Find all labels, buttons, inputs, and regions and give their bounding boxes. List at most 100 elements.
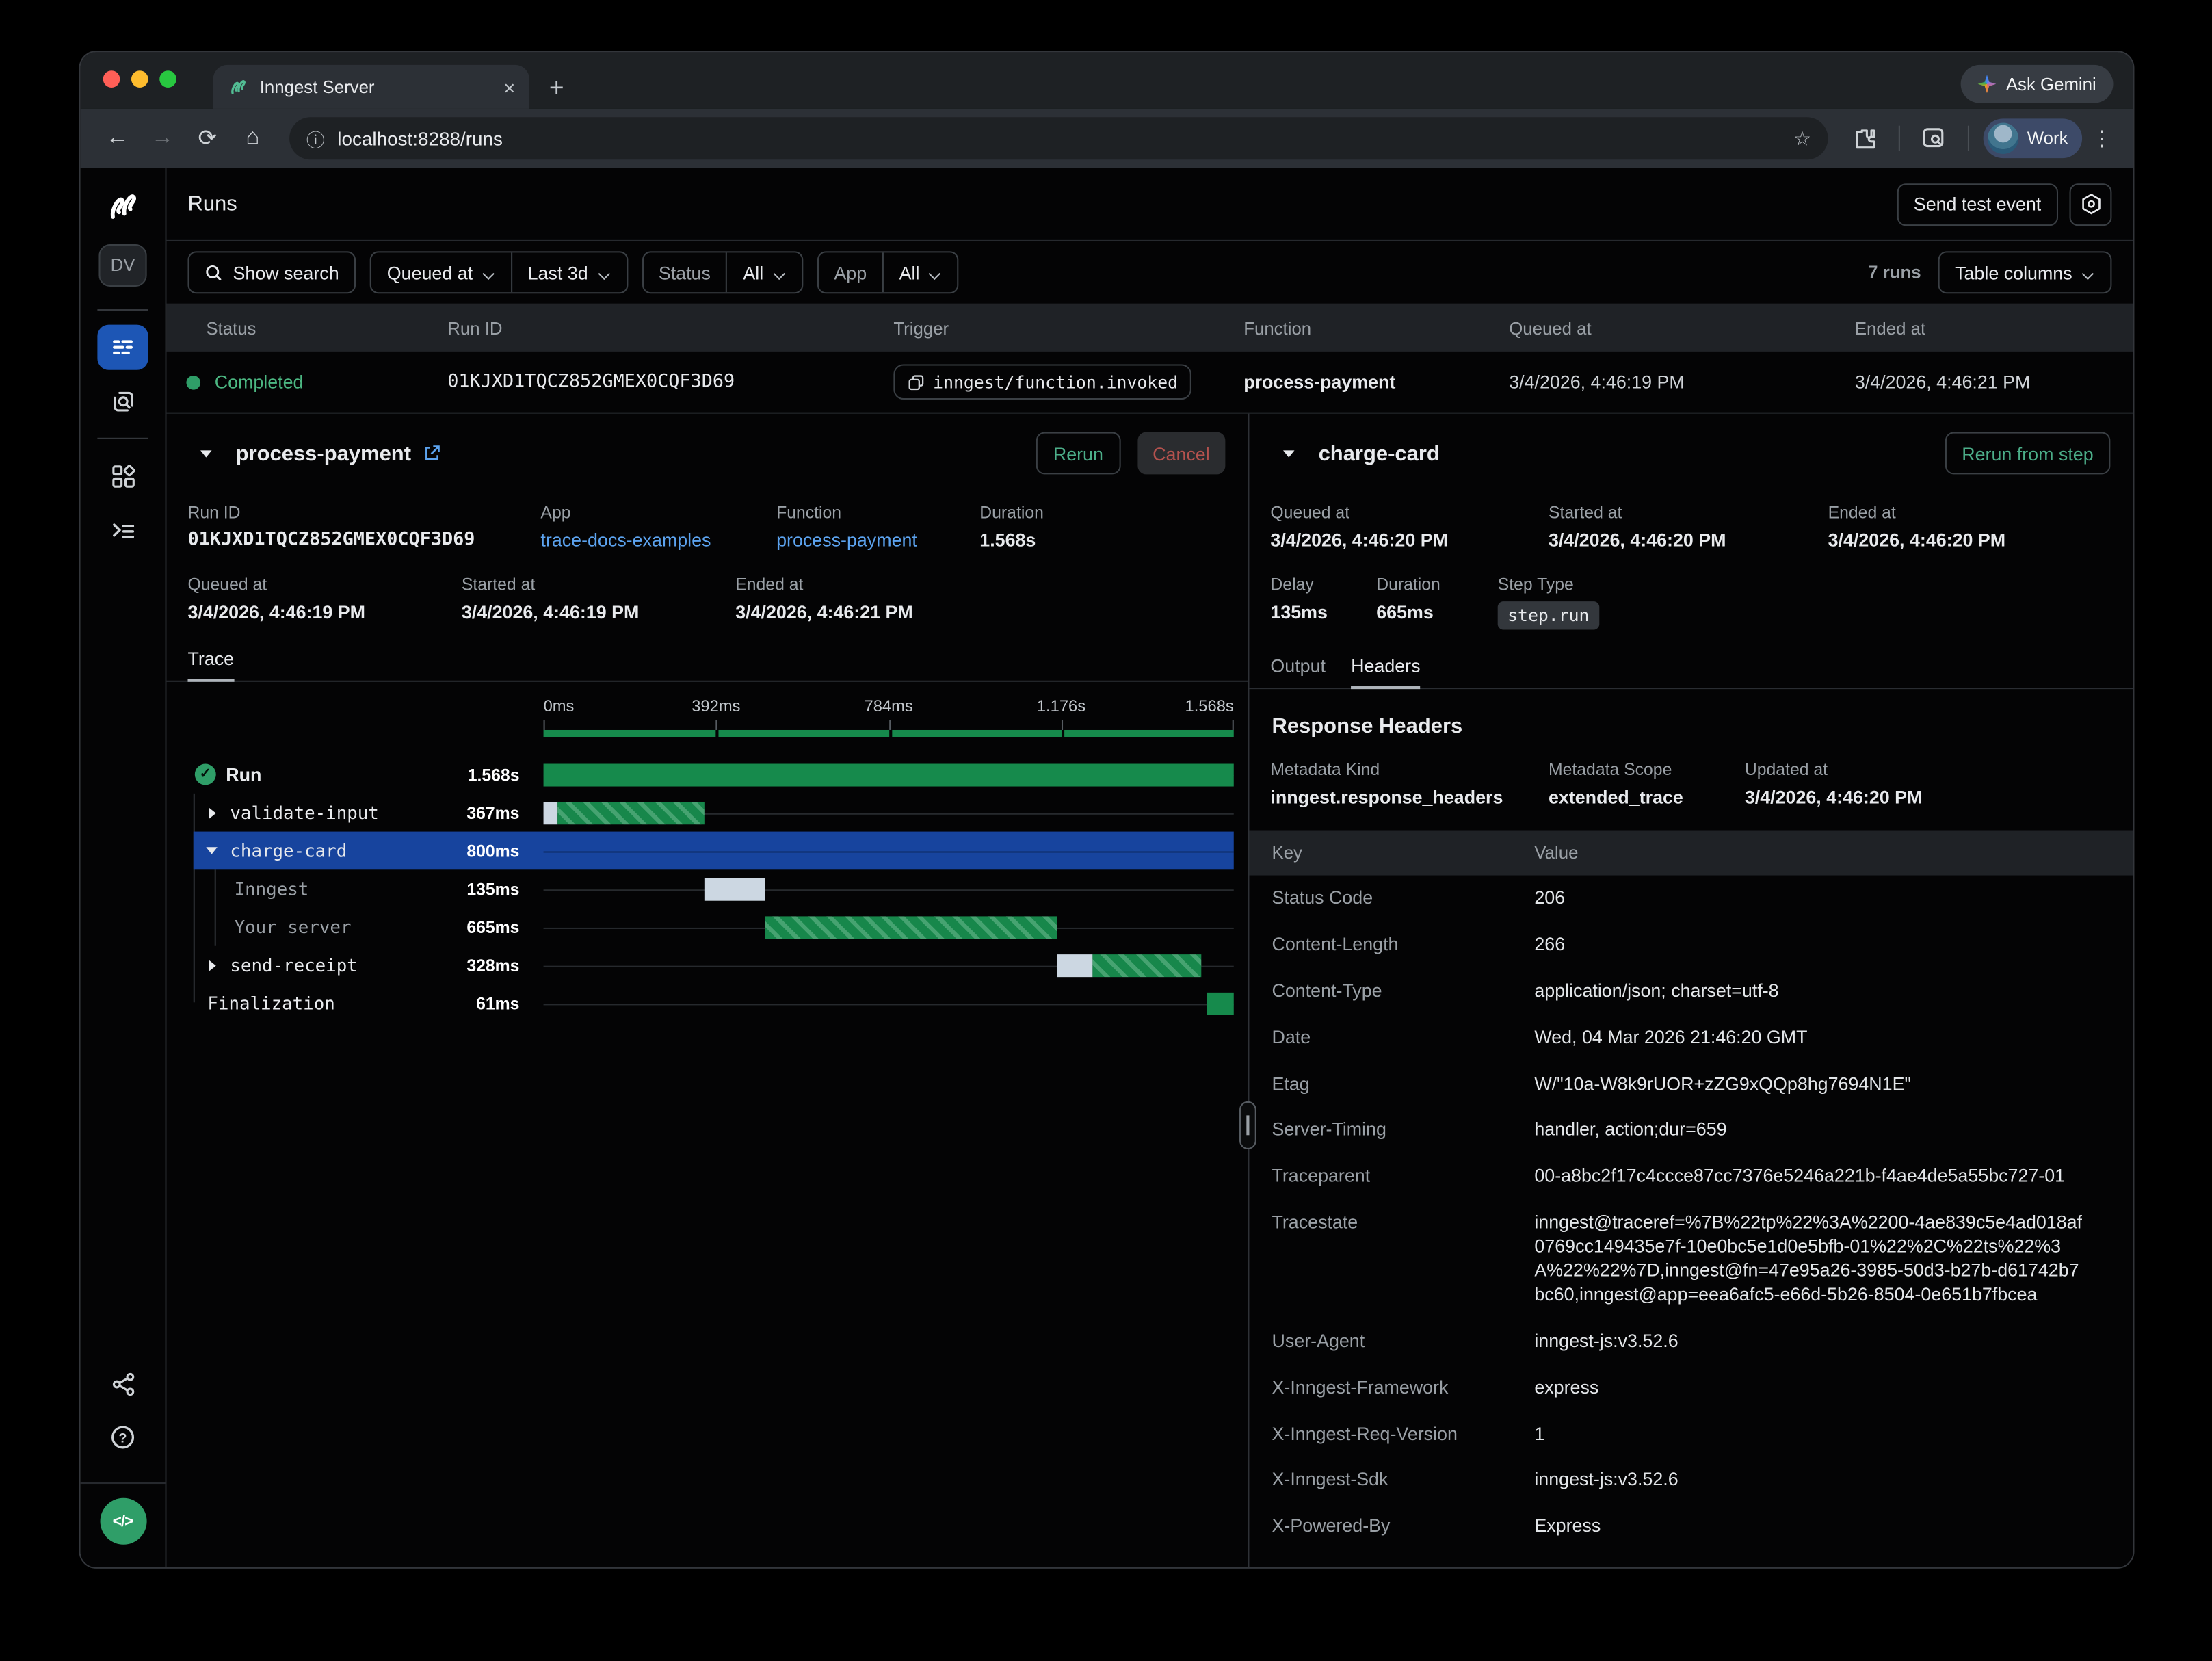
trace-bar-hatch[interactable] <box>765 915 1057 938</box>
sidebar-item-share[interactable] <box>97 1361 148 1407</box>
trace-bar-solid[interactable] <box>1207 992 1233 1015</box>
run-count: 7 runs <box>1868 263 1921 283</box>
inngest-logo-icon[interactable] <box>105 187 142 224</box>
reading-mode-search-icon[interactable] <box>1914 125 1954 153</box>
zoom-window-button[interactable] <box>159 70 176 87</box>
headers-table: KeyValue Status Code206Content-Length266… <box>1249 830 2133 1551</box>
status-filter-dropdown[interactable]: All <box>726 252 802 292</box>
url-text[interactable]: localhost:8288/runs <box>337 128 1780 149</box>
site-info-icon[interactable]: ⓘ <box>306 125 325 152</box>
step-field: Duration665ms <box>1376 575 1497 629</box>
trace-row-finalization[interactable]: Finalization61ms <box>194 984 1234 1022</box>
trace-row-charge-card[interactable]: charge-card800ms <box>194 832 1234 870</box>
trace-bar-queue[interactable] <box>705 878 765 900</box>
app-filter-dropdown[interactable]: All <box>882 252 958 292</box>
table-columns-button[interactable]: Table columns <box>1938 251 2111 293</box>
trace-row-run[interactable]: ✓Run1.568s <box>187 755 1233 794</box>
chevron-right-icon[interactable] <box>206 806 219 819</box>
browser-tab[interactable]: Inngest Server × <box>213 65 529 109</box>
chevron-down-icon[interactable] <box>206 844 219 857</box>
header-key: Content-Type <box>1272 980 1534 1004</box>
rerun-button[interactable]: Rerun <box>1036 432 1120 475</box>
trace-bar-hatch[interactable] <box>1092 954 1202 976</box>
collapse-run-chevron-icon[interactable] <box>200 447 213 460</box>
field-label: Queued at <box>187 575 461 594</box>
send-test-event-button[interactable]: Send test event <box>1897 183 2058 225</box>
home-icon[interactable]: ⌂ <box>233 126 273 151</box>
settings-button[interactable] <box>2070 183 2112 225</box>
step-field: Queued at3/4/2026, 4:46:20 PM <box>1270 503 1549 551</box>
window-controls <box>103 52 176 109</box>
sidebar-item-help[interactable]: ? <box>97 1415 148 1460</box>
browser-profile-button[interactable]: Work <box>1984 118 2082 158</box>
trace-bar-queue[interactable] <box>544 801 558 824</box>
forward-icon[interactable]: → <box>142 126 182 151</box>
trigger-badge[interactable]: inngest/function.invoked <box>893 364 1191 400</box>
chevron-right-icon[interactable] <box>206 958 219 971</box>
share-icon <box>109 1370 136 1397</box>
pane-resize-handle[interactable] <box>1239 1101 1256 1149</box>
kv-column-header: Value <box>1534 843 2110 863</box>
tab-close-icon[interactable]: × <box>503 77 515 96</box>
run-field: Queued at3/4/2026, 4:46:19 PM <box>187 575 461 623</box>
back-icon[interactable]: ← <box>97 126 137 151</box>
sidebar-item-functions[interactable] <box>97 507 148 552</box>
status-filter[interactable]: Status All <box>642 251 803 293</box>
header-value: inngest@traceref=%7B%22tp%22%3A%2200-4ae… <box>1534 1212 2110 1307</box>
app-filter[interactable]: App All <box>817 251 960 293</box>
queued-at-dropdown[interactable]: Queued at <box>371 252 511 292</box>
gemini-sparkle-icon <box>1978 75 1997 93</box>
header-value: 266 <box>1534 933 2110 957</box>
step-field: Delay135ms <box>1270 575 1376 629</box>
extensions-icon[interactable] <box>1845 125 1885 153</box>
collapse-step-chevron-icon[interactable] <box>1283 447 1296 460</box>
sidebar-item-apps[interactable] <box>97 453 148 498</box>
trace-row-your-server[interactable]: Your server665ms <box>194 908 1234 946</box>
show-search-button[interactable]: Show search <box>187 251 356 293</box>
column-header: Trigger <box>893 318 1243 338</box>
trace-bar-solid[interactable] <box>544 763 1234 785</box>
tab-output[interactable]: Output <box>1270 655 1326 688</box>
trace-bar-hatch[interactable] <box>557 801 705 824</box>
timeline-minimap[interactable] <box>544 730 1234 737</box>
field-value[interactable]: trace-docs-examples <box>540 529 776 551</box>
browser-menu-icon[interactable]: ⋮ <box>2088 126 2116 151</box>
trace-step-duration: 61ms <box>476 993 519 1013</box>
reload-icon[interactable]: ⟳ <box>187 125 227 153</box>
column-header: Queued at <box>1509 318 1855 338</box>
rerun-from-step-button[interactable]: Rerun from step <box>1945 432 2110 475</box>
dev-tools-button[interactable]: </> <box>99 1498 146 1545</box>
inngest-favicon-icon <box>227 76 248 97</box>
address-bar[interactable]: ⓘ localhost:8288/runs ☆ <box>289 117 1828 159</box>
sidebar-item-runs[interactable] <box>97 325 148 370</box>
ask-gemini-button[interactable]: Ask Gemini <box>1961 65 2114 103</box>
table-row[interactable]: Completed 01KJXD1TQCZ852GMEX0CQF3D69 inn… <box>167 352 2133 414</box>
trace-row-validate-input[interactable]: validate-input367ms <box>194 794 1234 832</box>
function-cell: process-payment <box>1243 371 1509 393</box>
sidebar-item-events[interactable] <box>97 378 148 423</box>
tab-headers[interactable]: Headers <box>1351 655 1420 690</box>
trace-bar-queue[interactable] <box>1057 954 1092 976</box>
queued-at-filter[interactable]: Queued at Last 3d <box>370 251 627 293</box>
env-badge[interactable]: DV <box>98 244 146 287</box>
trace-row-inngest[interactable]: Inngest135ms <box>194 869 1234 908</box>
chevron-down-icon <box>774 266 787 279</box>
time-range-dropdown[interactable]: Last 3d <box>511 252 627 292</box>
status-filter-label: Status <box>643 252 726 292</box>
external-link-icon[interactable] <box>423 443 443 463</box>
tab-trace[interactable]: Trace <box>187 648 234 682</box>
queued-at-cell: 3/4/2026, 4:46:19 PM <box>1509 371 1855 393</box>
metadata-fields: Metadata Kindinngest.response_headersMet… <box>1270 759 2110 807</box>
header-value: 206 <box>1534 887 2110 911</box>
field-value: 3/4/2026, 4:46:19 PM <box>462 601 735 623</box>
close-window-button[interactable] <box>103 70 120 87</box>
field-value[interactable]: process-payment <box>776 529 979 551</box>
minimize-window-button[interactable] <box>131 70 148 87</box>
field-label: Ended at <box>735 575 1225 594</box>
metadata-field: Updated at3/4/2026, 4:46:20 PM <box>1745 759 2111 807</box>
cancel-button[interactable]: Cancel <box>1137 432 1225 475</box>
tab-title: Inngest Server <box>260 77 492 96</box>
trace-row-send-receipt[interactable]: send-receipt328ms <box>194 946 1234 984</box>
new-tab-button[interactable]: + <box>549 75 564 100</box>
bookmark-star-icon[interactable]: ☆ <box>1793 127 1811 151</box>
